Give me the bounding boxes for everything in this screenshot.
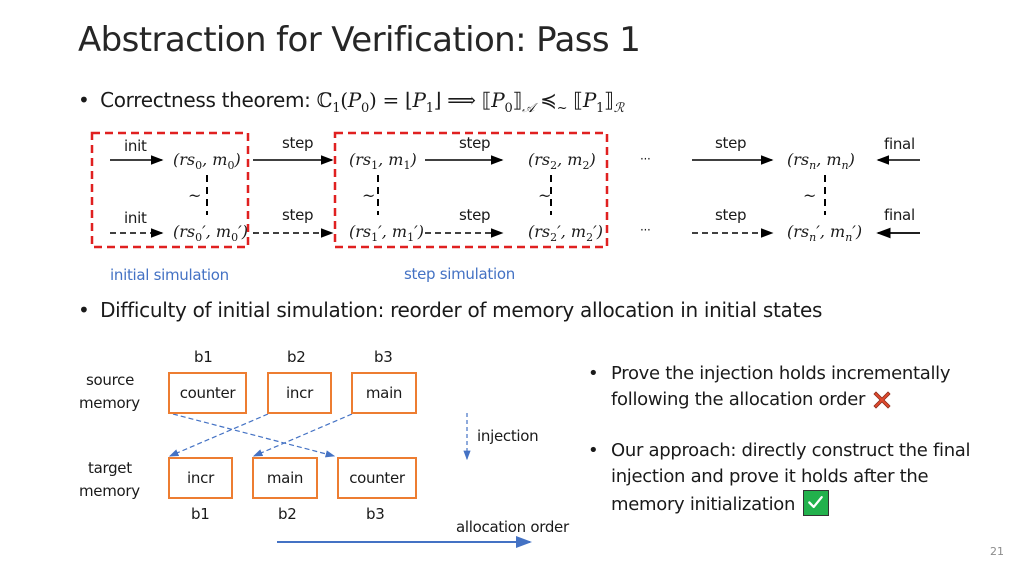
- source-block-id-0: b1: [194, 348, 213, 366]
- approach-line: following the allocation order: [611, 389, 866, 410]
- relation-symbol-2: ~: [538, 186, 552, 205]
- source-block-id-1: b2: [287, 348, 306, 366]
- source-block-counter: counter: [168, 372, 247, 414]
- step-label-bottom-3: step: [715, 206, 747, 224]
- source-memory-label-line2: memory: [79, 394, 140, 412]
- approach-line: Prove the injection holds incrementally: [611, 363, 951, 384]
- state-bottom-0: (rs0′, m0′): [173, 222, 248, 245]
- final-label-bottom: final: [884, 206, 915, 224]
- state-bottom-n: (rsn′, mn′): [787, 222, 863, 245]
- injection-arrow-main: [252, 413, 353, 457]
- init-label-top: init: [124, 137, 147, 155]
- step-label-bottom-2: step: [459, 206, 491, 224]
- approach-line-with-icon: memory initialization: [611, 490, 830, 518]
- target-block-main: main: [252, 457, 318, 499]
- target-memory-label-line1: target: [88, 459, 132, 477]
- allocation-order-label: allocation order: [456, 518, 569, 536]
- bullet-dot: •: [78, 298, 90, 322]
- state-top-n: (rsn, mn): [787, 150, 855, 173]
- step-label-top-2: step: [459, 134, 491, 152]
- step-label-bottom-1: step: [282, 206, 314, 224]
- relation-symbol-1: ~: [362, 186, 376, 205]
- approach-line: injection and prove it holds after the: [611, 466, 929, 487]
- target-memory-label-line2: memory: [79, 482, 140, 500]
- relation-symbol-n: ~: [803, 186, 817, 205]
- initial-simulation-label: initial simulation: [110, 266, 229, 284]
- target-block-incr: incr: [168, 457, 233, 499]
- ellipsis-top: ···: [640, 152, 651, 166]
- bullet-dot: •: [588, 440, 599, 461]
- relation-symbol-0: ~: [188, 186, 202, 205]
- state-top-1: (rs1, m1): [349, 150, 417, 173]
- injection-arrow-counter: [172, 413, 336, 458]
- source-block-incr: incr: [267, 372, 332, 414]
- difficulty-bullet: • Difficulty of initial simulation: reor…: [78, 298, 822, 322]
- step-simulation-label: step simulation: [404, 265, 515, 283]
- cross-icon: [873, 391, 891, 409]
- approach-line: memory initialization: [611, 494, 796, 515]
- ellipsis-bottom: ···: [640, 223, 651, 237]
- init-label-bottom: init: [124, 209, 147, 227]
- target-block-id-2: b3: [366, 505, 385, 523]
- page-number: 21: [990, 545, 1004, 558]
- target-block-counter: counter: [337, 457, 417, 499]
- approach-line-with-icon: following the allocation order: [611, 387, 893, 413]
- step-label-top-1: step: [282, 134, 314, 152]
- target-block-id-1: b2: [278, 505, 297, 523]
- source-block-id-2: b3: [374, 348, 393, 366]
- step-label-top-3: step: [715, 134, 747, 152]
- state-top-2: (rs2, m2): [528, 150, 596, 173]
- state-bottom-1: (rs1′, m1′): [349, 222, 424, 245]
- difficulty-text: Difficulty of initial simulation: reorde…: [100, 298, 823, 322]
- bullet-dot: •: [588, 363, 599, 384]
- state-top-0: (rs0, m0): [173, 150, 241, 173]
- check-icon: [803, 490, 830, 516]
- state-bottom-2: (rs2′, m2′): [528, 222, 603, 245]
- approach-line: Our approach: directly construct the fin…: [611, 440, 971, 461]
- source-block-main: main: [351, 372, 417, 414]
- final-label-top: final: [884, 135, 915, 153]
- source-memory-label-line1: source: [86, 371, 135, 389]
- target-block-id-0: b1: [191, 505, 210, 523]
- injection-label: injection: [477, 427, 539, 445]
